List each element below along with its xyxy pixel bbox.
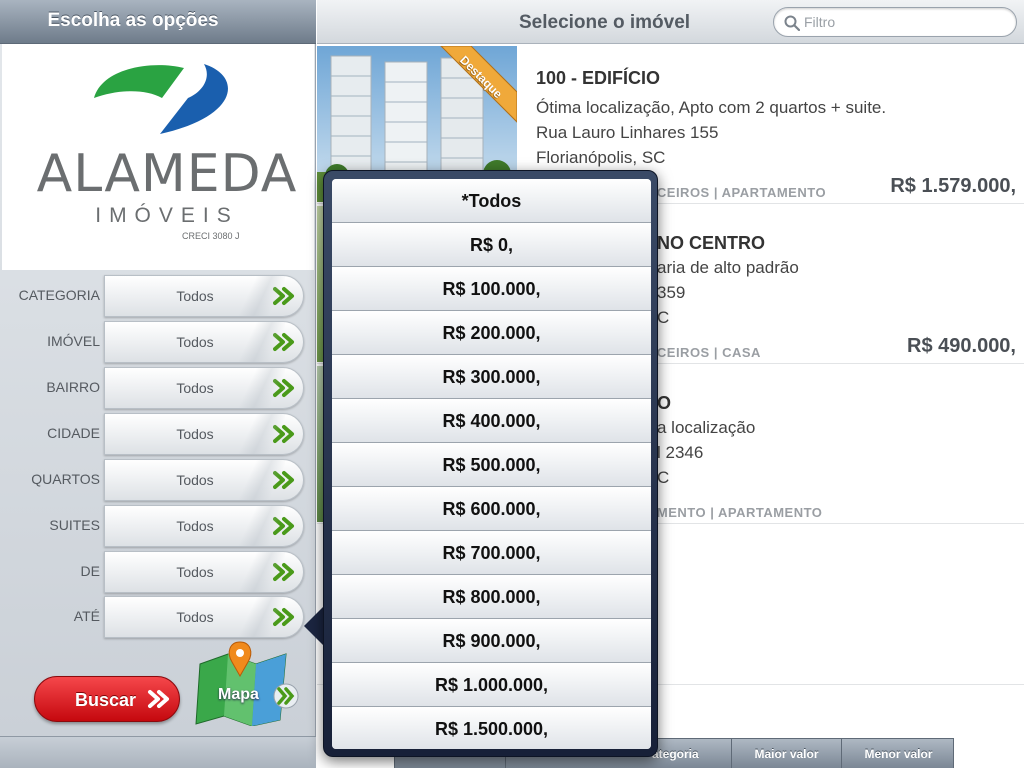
listing-name: 100 - EDIFÍCIO (536, 68, 661, 88)
chevron-right-icon (148, 690, 169, 708)
filter-label: QUARTOS (31, 471, 100, 487)
price-option[interactable]: R$ 600.000, (332, 487, 651, 531)
price-option[interactable]: R$ 300.000, (332, 355, 651, 399)
search-input[interactable] (804, 12, 1004, 32)
filter-select-de[interactable]: Todos (104, 551, 304, 593)
chevron-right-icon (273, 563, 294, 581)
listing-address: l 2346 (657, 443, 704, 462)
filter-select-suites[interactable]: Todos (104, 505, 304, 547)
filter-row-categoria: CATEGORIA Todos (0, 272, 316, 318)
filter-row-quartos: QUARTOS Todos (0, 456, 316, 502)
filter-value: Todos (176, 334, 214, 350)
price-option[interactable]: R$ 700.000, (332, 531, 651, 575)
filter-select-imovel[interactable]: Todos (104, 321, 304, 363)
filter-row-bairro: BAIRRO Todos (0, 364, 316, 410)
filter-row-imovel: IMÓVEL Todos (0, 318, 316, 364)
listing-name: O (657, 393, 672, 413)
chevron-right-icon (273, 333, 294, 351)
chevron-right-icon (273, 379, 294, 397)
chevron-right-icon (273, 287, 294, 305)
chevron-right-icon (273, 471, 294, 489)
company-logo: ALAMEDA IMÓVEIS CRECI 3080 J (2, 44, 314, 270)
logo-swoosh-icon (94, 64, 228, 134)
filter-label: CATEGORIA (18, 287, 100, 303)
listing-description: aria de alto padrão (657, 258, 799, 277)
filter-select-categoria[interactable]: Todos (104, 275, 304, 317)
price-option[interactable]: R$ 0, (332, 223, 651, 267)
filter-value: Todos (176, 426, 214, 442)
filter-label: CIDADE (47, 425, 100, 441)
listing-price: R$ 490.000, (907, 335, 1016, 357)
listing-tags: RCEIROS | APARTAMENTO (647, 185, 827, 200)
filter-value: Todos (176, 609, 214, 625)
price-option[interactable]: R$ 1.000.000, (332, 663, 651, 707)
search-field[interactable] (773, 7, 1017, 37)
tab-maior-valor[interactable]: Maior valor (731, 739, 841, 768)
map-icon (195, 641, 299, 727)
price-picker-popover: *Todos R$ 0, R$ 100.000, R$ 200.000, R$ … (323, 170, 658, 757)
search-button[interactable]: Buscar (34, 676, 180, 722)
filter-label: SUITES (49, 517, 100, 533)
filter-value: Todos (176, 518, 214, 534)
price-option[interactable]: R$ 1.500.000, (332, 707, 651, 749)
listing-address: Rua Lauro Linhares 155 (536, 123, 719, 142)
filter-value: Todos (176, 472, 214, 488)
listing-tags: AMENTO | APARTAMENTO (647, 505, 823, 520)
filter-row-de: DE Todos (0, 548, 316, 594)
filter-select-bairro[interactable]: Todos (104, 367, 304, 409)
chevron-right-icon (273, 425, 294, 443)
filter-row-suites: SUITES Todos (0, 502, 316, 548)
listing-name: NO CENTRO (657, 233, 765, 253)
listing-tags: RCEIROS | CASA (647, 345, 761, 360)
logo-name: ALAMEDA (36, 144, 298, 204)
listing-description: Ótima localização, Apto com 2 quartos + … (536, 98, 887, 117)
filter-value: Todos (176, 564, 214, 580)
filter-label: IMÓVEL (47, 333, 100, 349)
listing-city: C (657, 308, 670, 327)
search-button-label: Buscar (75, 690, 137, 710)
filter-row-ate: ATÉ Todos (0, 593, 316, 639)
list-header: Selecione o imóvel (317, 0, 1024, 44)
sidebar-header: Escolha as opções (0, 0, 316, 44)
price-option[interactable]: R$ 500.000, (332, 443, 651, 487)
map-button[interactable]: Mapa (194, 640, 304, 727)
map-button-label: Mapa (218, 686, 259, 703)
filter-label: DE (80, 563, 100, 579)
logo-subtitle: IMÓVEIS (95, 204, 239, 227)
filter-row-cidade: CIDADE Todos (0, 410, 316, 456)
filter-select-quartos[interactable]: Todos (104, 459, 304, 501)
tab-menor-valor[interactable]: Menor valor (841, 739, 955, 768)
sidebar-footer (0, 736, 316, 768)
chevron-right-icon (273, 517, 294, 535)
tab-label: Maior valor (754, 747, 819, 761)
sidebar-title: Escolha as opções (47, 10, 219, 31)
listing-city: Florianópolis, SC (536, 148, 666, 167)
price-options-list[interactable]: *Todos R$ 0, R$ 100.000, R$ 200.000, R$ … (332, 179, 651, 749)
chevron-right-icon (273, 608, 294, 626)
filter-select-cidade[interactable]: Todos (104, 413, 304, 455)
tab-label: ategoria (652, 747, 699, 761)
price-option[interactable]: *Todos (332, 179, 651, 223)
price-option[interactable]: R$ 100.000, (332, 267, 651, 311)
price-option[interactable]: R$ 400.000, (332, 399, 651, 443)
filter-label: BAIRRO (46, 379, 100, 395)
price-option[interactable]: R$ 800.000, (332, 575, 651, 619)
listing-address: 359 (657, 283, 686, 302)
price-option[interactable]: R$ 900.000, (332, 619, 651, 663)
listing-price: R$ 1.579.000, (890, 175, 1016, 197)
tab-label: Menor valor (864, 747, 933, 761)
filter-sidebar: Escolha as opções ALAMEDA IMÓVEIS CRECI … (0, 0, 316, 768)
featured-ribbon (440, 46, 517, 123)
listing-description: a localização (657, 418, 756, 437)
listing-city: C (657, 468, 670, 487)
price-option[interactable]: R$ 200.000, (332, 311, 651, 355)
search-icon (784, 15, 800, 31)
filter-select-ate[interactable]: Todos (104, 596, 304, 638)
filter-value: Todos (176, 380, 214, 396)
filter-value: Todos (176, 288, 214, 304)
page-title: Selecione o imóvel (519, 12, 691, 33)
logo-creci: CRECI 3080 J (182, 231, 240, 241)
filter-label: ATÉ (73, 608, 100, 624)
